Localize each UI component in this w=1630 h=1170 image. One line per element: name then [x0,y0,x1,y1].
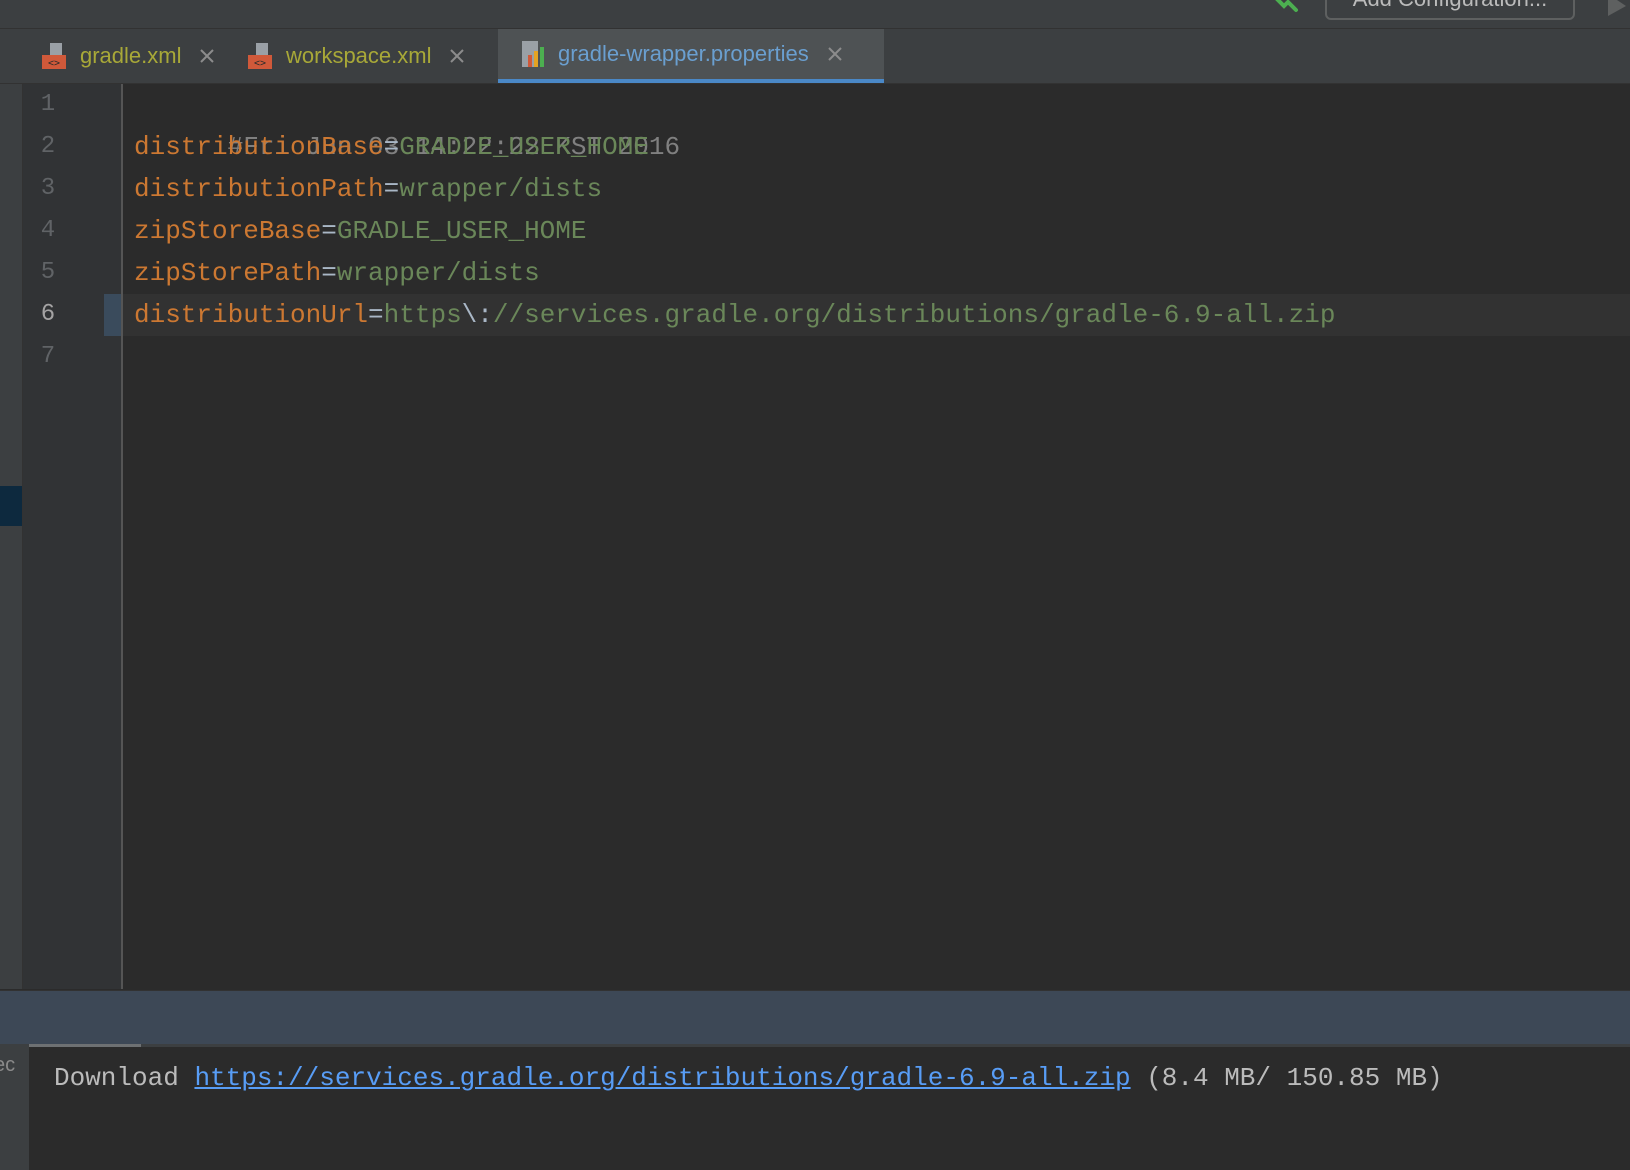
line-number: 5 [40,259,56,286]
code-line: #Fri Jun 03 14:22:22 KST 2016 [134,84,680,162]
equals-sign: = [368,300,384,330]
tab-label: gradle.xml [80,43,182,68]
close-icon[interactable] [827,46,843,62]
close-icon[interactable] [449,48,465,64]
property-key: zipStoreBase [134,216,322,246]
property-key: distributionPath [134,174,384,204]
code-line: zipStoreBase=GRADLE_USER_HOME [134,210,586,252]
build-output-panel: ec Download https://services.gradle.org/… [0,1044,1630,1170]
property-key: distributionBase [134,132,384,162]
equals-sign: = [321,258,337,288]
code-line: distributionPath=wrapper/dists [134,168,602,210]
tab-label: gradle-wrapper.properties [558,41,809,66]
code-line-current: distributionUrl=https\://services.gradle… [134,294,1335,336]
line-number: 3 [40,175,56,202]
tool-window-marker[interactable] [0,486,22,526]
property-value-path: //services.gradle.org/distributions/grad… [492,300,1336,330]
escape-sequence: \: [461,300,493,330]
equals-sign: = [321,216,337,246]
tool-window-header[interactable] [0,990,1630,1045]
line-number-current: 6 [40,301,56,328]
tab-gradle-wrapper-properties[interactable]: gradle-wrapper.properties [498,29,884,83]
line-number: 1 [40,91,56,118]
download-message: Download https://services.gradle.org/dis… [54,1058,1443,1098]
add-configuration-button[interactable]: Add Configuration... [1325,0,1575,20]
property-value-scheme: https [383,300,462,330]
tab-workspace-xml[interactable]: <> workspace.xml [246,29,476,83]
property-value: GRADLE_USER_HOME [336,216,587,246]
hammer-icon[interactable] [1270,0,1300,18]
property-value: wrapper/dists [399,174,603,204]
xml-file-icon: <> [42,43,66,69]
code-editor[interactable]: #Fri Jun 03 14:22:22 KST 2016 distributi… [123,84,1630,989]
property-value: wrapper/dists [336,258,540,288]
property-key: distributionUrl [134,300,369,330]
line-number: 2 [40,133,56,160]
svg-text:<>: <> [48,58,60,69]
add-configuration-label: Add Configuration... [1353,0,1547,12]
side-label: ec [0,1054,16,1076]
run-icon[interactable] [1604,0,1630,16]
bottom-side-strip: ec [0,1044,29,1170]
properties-file-icon [522,41,544,67]
line-number: 7 [40,343,56,370]
close-icon[interactable] [199,48,215,64]
code-line: zipStorePath=wrapper/dists [134,252,540,294]
line-number: 4 [40,217,56,244]
equals-sign: = [383,174,400,204]
current-line-marker [104,294,121,336]
equals-sign: = [383,132,400,162]
code-line: distributionBase=GRADLE_USER_HOME [134,126,649,168]
tab-label: workspace.xml [286,43,432,68]
download-progress-bar [29,1044,1630,1047]
download-link[interactable]: https://services.gradle.org/distribution… [194,1063,1130,1093]
tab-gradle-xml[interactable]: <> gradle.xml [40,29,230,83]
left-tool-strip [0,84,23,989]
svg-text:<>: <> [254,58,266,69]
top-toolbar: Add Configuration... [0,0,1630,29]
property-value: GRADLE_USER_HOME [399,132,649,162]
download-size: (8.4 MB/ 150.85 MB) [1130,1063,1443,1093]
xml-file-icon: <> [248,43,272,69]
download-progress-fill [29,1044,142,1047]
property-key: zipStorePath [134,258,322,288]
download-prefix: Download [54,1063,195,1093]
editor-tab-bar: <> gradle.xml <> workspace.xml gradle-wr… [0,29,1630,84]
